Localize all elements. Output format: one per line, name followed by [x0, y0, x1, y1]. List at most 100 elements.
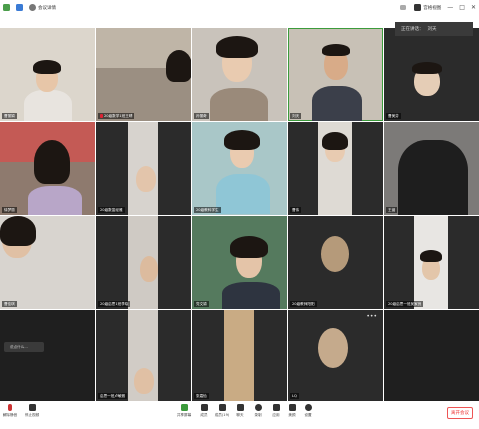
video-tile[interactable]: 说点什么... [0, 310, 95, 401]
settings-button[interactable]: 设置 [300, 404, 316, 418]
chat-icon [236, 404, 244, 411]
person-hair [0, 216, 36, 246]
minimize-button[interactable]: — [447, 4, 453, 11]
participants-button[interactable]: 成员(19) [214, 404, 230, 418]
video-tile[interactable]: 20级启思一班吴家良 [384, 216, 479, 309]
person-body [216, 174, 270, 214]
meeting-info-button[interactable]: 会议详情 [29, 4, 56, 11]
maximize-button[interactable]: □ [459, 4, 465, 11]
video-tile[interactable]: 曹佳琪 [0, 216, 95, 309]
video-tile[interactable]: 曹伟 [288, 122, 383, 215]
effects-button[interactable]: 美颜 [284, 404, 300, 418]
effects-icon [288, 404, 296, 411]
video-tile[interactable]: 党文锦 [192, 216, 287, 309]
person-body [28, 186, 82, 215]
meeting-info-label: 会议详情 [38, 5, 56, 11]
participant-name: 20级启思一班吴家良 [386, 301, 424, 307]
person-hair [322, 44, 350, 56]
person-body [210, 88, 268, 121]
speaking-label: 正在讲话： [401, 27, 424, 32]
video-tile-active-speaker[interactable]: 刘天 [288, 28, 383, 121]
participant-name: 20级数富经雅 [98, 207, 125, 213]
participant-name: 曹丽娟 [2, 113, 17, 119]
share-label: 共享屏幕 [176, 413, 192, 417]
title-right: 宫格视图 — □ ✕ [400, 4, 476, 11]
person-hair [166, 50, 191, 82]
participant-name: 刘天 [290, 113, 302, 119]
video-tile[interactable]: 启思一班卢敏雅 [96, 310, 191, 401]
more-options-icon[interactable]: ••• [366, 314, 377, 320]
participant-name: 曹美芬 [386, 113, 401, 119]
participant-name: 20级启思1班李晓 [98, 301, 131, 307]
record-button[interactable]: 录制 [250, 404, 266, 418]
video-tile[interactable]: 徐梦丽 [0, 122, 95, 215]
title-left: 会议详情 [3, 4, 56, 11]
mute-label: 解除静音 [2, 413, 18, 417]
video-grid: 曹丽娟 20级数学1班王晴 孙丽奇 刘天 曹美芬 徐梦丽 20级数富经雅 20级… [0, 28, 479, 401]
video-tile[interactable]: 王涵 [384, 122, 479, 215]
person-face [140, 256, 158, 282]
video-tile[interactable]: 20级教科学生 [192, 122, 287, 215]
participant-name: 党文锦 [194, 301, 209, 307]
leave-meeting-button[interactable]: 离开会议 [447, 407, 473, 419]
grid-view-icon [414, 4, 422, 11]
participant-name: 王涵 [386, 207, 398, 213]
video-tile[interactable]: 曹美芬 [384, 28, 479, 121]
speaking-name: 刘天 [427, 27, 437, 32]
view-toggle-button[interactable]: 宫格视图 [414, 4, 441, 11]
apps-button[interactable]: 应用 [268, 404, 284, 418]
person-face [136, 166, 156, 192]
title-bar: 会议详情 宫格视图 — □ ✕ [0, 0, 479, 16]
person-body [398, 140, 468, 215]
settings-label: 设置 [304, 413, 312, 417]
apps-label: 应用 [272, 413, 280, 417]
mic-muted-icon [100, 114, 103, 118]
video-tile[interactable]: 曹丽娟 [0, 28, 95, 121]
person-hair [216, 36, 258, 58]
video-tile-empty [384, 310, 479, 401]
chat-label: 聊天 [236, 413, 244, 417]
share-screen-button[interactable]: 共享屏幕 [176, 404, 192, 418]
person-hair [34, 140, 70, 184]
chat-button[interactable]: 聊天 [232, 404, 248, 418]
chat-bubble[interactable]: 说点什么... [4, 342, 44, 352]
mute-button[interactable]: 解除静音 [2, 404, 18, 418]
person-body [24, 90, 72, 121]
participant-name: 启思一班卢敏雅 [98, 393, 128, 399]
shield-icon[interactable] [3, 4, 10, 11]
person-face [134, 368, 154, 394]
speaking-indicator: 正在讲话： 刘天 [395, 22, 473, 36]
share-screen-icon [180, 404, 188, 411]
security-icon[interactable] [16, 4, 23, 11]
video-tile[interactable]: 20级启思1班李晓 [96, 216, 191, 309]
participant-name: 20级教科学生 [194, 207, 221, 213]
video-tile[interactable]: 20级教师阳阳 [288, 216, 383, 309]
video-frame [224, 310, 254, 401]
video-label: 停止视频 [24, 413, 40, 417]
person-hair [33, 60, 61, 74]
record-label: 录制 [254, 413, 262, 417]
view-label: 宫格视图 [423, 5, 442, 11]
video-tile[interactable]: 张嘉怡 [192, 310, 287, 401]
person-body [222, 282, 280, 309]
chat-placeholder: 说点什么... [10, 344, 28, 349]
camera-icon [28, 404, 36, 411]
person-hair [322, 132, 348, 150]
close-button[interactable]: ✕ [471, 4, 476, 11]
video-tile[interactable]: 20级数学1班王晴 [96, 28, 191, 121]
participant-name: 曹伟 [290, 207, 302, 213]
video-tile[interactable]: 孙丽奇 [192, 28, 287, 121]
video-tile[interactable]: ••• LQ [288, 310, 383, 401]
effects-label: 美颜 [288, 413, 296, 417]
video-tile[interactable]: 20级数富经雅 [96, 122, 191, 215]
signal-icon [400, 5, 407, 10]
avatar [318, 328, 348, 368]
members-button[interactable]: 成员 [196, 404, 212, 418]
participants-icon [218, 404, 226, 411]
info-icon [29, 4, 36, 11]
person-hair [412, 62, 442, 74]
person-hair [230, 236, 268, 258]
participant-name: 20级教师阳阳 [290, 301, 317, 307]
video-button[interactable]: 停止视频 [24, 404, 40, 418]
person-hair [420, 250, 442, 262]
